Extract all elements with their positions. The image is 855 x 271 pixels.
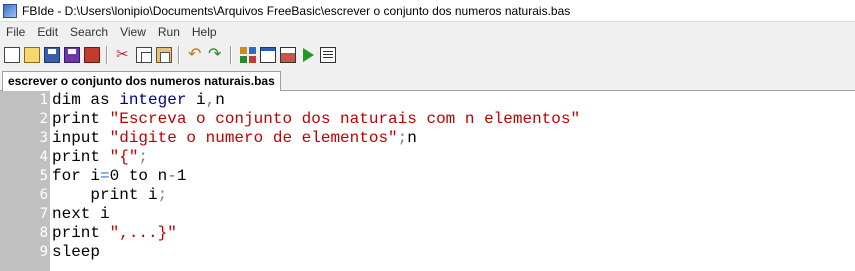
code-token: ; (157, 186, 168, 204)
code-token: n (157, 167, 168, 185)
window-title: FBIde - D:\Users\lonipio\Documents\Arqui… (22, 3, 571, 18)
toolbar-separator (230, 46, 232, 64)
menu-bar: File Edit Search View Run Help (0, 22, 855, 42)
code-area[interactable]: dim as integer i,n print "Escreva o conju… (52, 91, 580, 262)
save-icon[interactable] (44, 47, 60, 63)
code-line[interactable]: print "{"; (52, 148, 580, 167)
code-token: i (186, 91, 206, 109)
code-line[interactable]: dim as integer i,n (52, 91, 580, 110)
code-token: 0 (109, 167, 129, 185)
menu-view[interactable]: View (114, 22, 152, 42)
list-icon[interactable] (320, 47, 336, 63)
code-token: "Escreva o conjunto dos naturais com n e… (109, 110, 581, 128)
redo-icon[interactable] (208, 44, 224, 63)
code-token: i (90, 167, 101, 185)
code-line[interactable]: print "Escreva o conjunto dos naturais c… (52, 110, 580, 129)
menu-search[interactable]: Search (64, 22, 114, 42)
code-token: 1 (176, 167, 187, 185)
code-token: print (52, 224, 110, 242)
paste-icon[interactable] (156, 47, 172, 63)
save-all-icon[interactable] (64, 47, 80, 63)
code-token: print (52, 186, 149, 204)
new-file-icon[interactable] (4, 47, 20, 63)
menu-run[interactable]: Run (152, 22, 186, 42)
code-token: n (407, 129, 417, 147)
code-token: ; (138, 148, 149, 166)
toolbar-separator (178, 46, 180, 64)
window-icon[interactable] (260, 47, 276, 63)
close-file-icon[interactable] (84, 47, 100, 63)
line-number: 6 (39, 187, 48, 203)
results-icon[interactable] (280, 47, 296, 63)
code-line[interactable]: next i (52, 205, 580, 224)
code-token: = (100, 167, 110, 185)
line-number: 9 (39, 244, 48, 260)
code-token: i (100, 205, 110, 223)
undo-icon[interactable] (188, 44, 204, 63)
title-bar: FBIde - D:\Users\lonipio\Documents\Arqui… (0, 0, 855, 22)
compile-icon[interactable] (240, 47, 256, 63)
code-token: i (148, 186, 158, 204)
copy-icon[interactable] (136, 47, 152, 63)
line-number-gutter: 1 2 3 4 5 6 7 8 9 (0, 91, 50, 271)
line-number: 3 (39, 130, 48, 146)
code-line[interactable]: for i=0 to n-1 (52, 167, 580, 186)
run-icon[interactable] (300, 47, 316, 63)
code-line[interactable]: input "digite o numero de elementos";n (52, 129, 580, 148)
code-line[interactable]: print i; (52, 186, 580, 205)
code-token: dim as (52, 91, 120, 109)
code-token: input (52, 129, 110, 147)
code-token: print (52, 110, 110, 128)
code-token: n (215, 91, 225, 109)
tab-file[interactable]: escrever o conjunto dos numeros naturais… (2, 71, 281, 91)
menu-file[interactable]: File (0, 22, 31, 42)
toolbar (0, 42, 855, 68)
line-number: 1 (39, 92, 48, 108)
menu-help[interactable]: Help (186, 22, 223, 42)
line-number: 5 (39, 168, 48, 184)
toolbar-separator (106, 46, 108, 64)
fbide-app-icon (3, 3, 17, 18)
line-number: 8 (39, 225, 48, 241)
code-line[interactable]: print ",...}" (52, 224, 580, 243)
cut-icon[interactable] (116, 45, 132, 63)
code-token: , (205, 91, 216, 109)
code-token: - (167, 167, 177, 185)
code-token: ",...}" (109, 224, 177, 242)
line-numbers: 1 2 3 4 5 6 7 8 9 (0, 91, 48, 262)
code-token: for (52, 167, 91, 185)
menu-edit[interactable]: Edit (31, 22, 64, 42)
line-number: 2 (39, 111, 48, 127)
open-file-icon[interactable] (24, 47, 40, 63)
code-line[interactable]: sleep (52, 243, 580, 262)
code-token: integer (119, 91, 187, 109)
code-token: next (52, 205, 101, 223)
line-number: 7 (39, 206, 48, 222)
code-token: ; (397, 129, 408, 147)
code-token: "{" (109, 148, 139, 166)
code-token: print (52, 148, 110, 166)
code-editor[interactable]: 123456789 dim as integer i,n print "Escre… (0, 91, 855, 271)
line-number: 4 (39, 149, 48, 165)
code-token: sleep (52, 243, 101, 261)
code-token: "digite o numero de elementos" (109, 129, 398, 147)
code-token: to (128, 167, 158, 185)
tab-strip: escrever o conjunto dos numeros naturais… (0, 68, 855, 91)
